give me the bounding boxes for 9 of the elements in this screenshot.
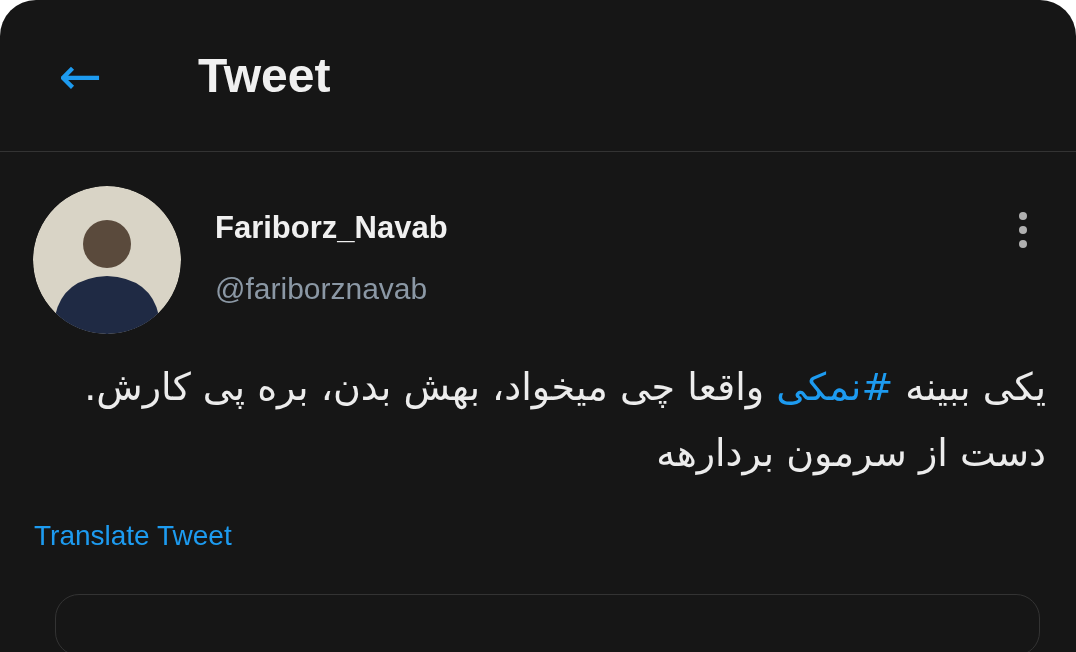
back-button[interactable]: ← (50, 49, 110, 102)
author-name[interactable]: Fariborz_Navab (215, 210, 1016, 246)
avatar-icon[interactable] (33, 186, 181, 334)
more-options-icon[interactable] (1016, 210, 1030, 250)
page-title: Tweet (198, 48, 331, 103)
translate-link[interactable]: Translate Tweet (34, 520, 232, 552)
tweet-text: یکی ببینه #نمکی واقعا چی میخواد، بهش بدن، بره پی کارش. دست از سرمون بردارهه (83, 364, 1047, 478)
hashtag-link[interactable]: #نمکی (776, 365, 894, 409)
author-handle[interactable]: @fariborznavab (215, 272, 1016, 306)
